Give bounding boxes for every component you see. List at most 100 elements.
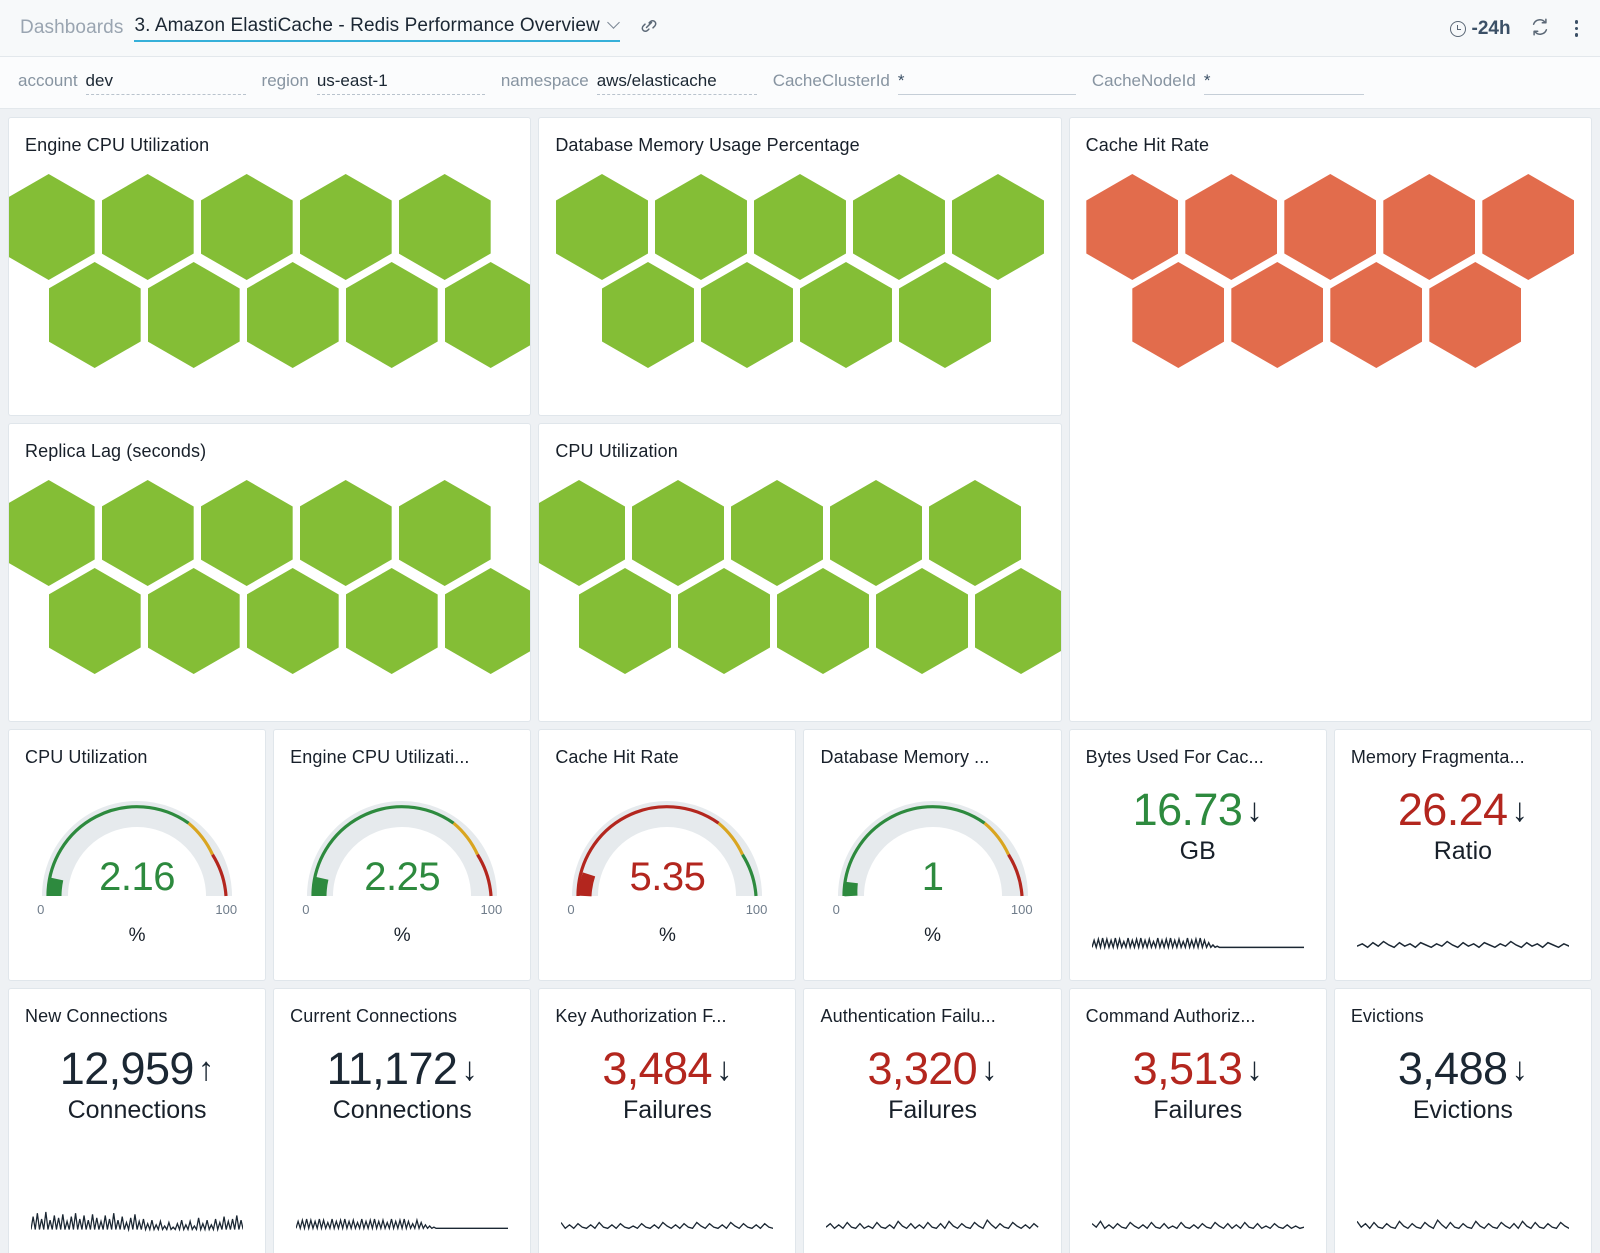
hex-cell[interactable] <box>800 262 892 368</box>
link-icon[interactable] <box>639 17 659 38</box>
honeycomb-chart <box>9 174 530 368</box>
hex-cell[interactable] <box>602 262 694 368</box>
gauge-ticks: 0 100 <box>37 902 237 917</box>
clock-icon <box>1450 21 1466 37</box>
arrow-down-icon: ↓ <box>716 1052 733 1085</box>
filter-namespace-value[interactable]: aws/elasticache <box>597 71 757 95</box>
gauge-max-label: 100 <box>481 902 503 917</box>
gauge-min-label: 0 <box>833 902 840 917</box>
panel-title: Database Memory Usage Percentage <box>539 118 1060 156</box>
honeycomb-chart <box>1070 174 1591 368</box>
gauge: 2.25 <box>302 792 502 904</box>
panel-title: Cache Hit Rate <box>539 730 795 768</box>
refresh-icon[interactable] <box>1529 16 1551 42</box>
sparkline-svg <box>561 1205 773 1233</box>
sparkline-svg <box>1092 924 1304 952</box>
sparkline-svg <box>1357 1205 1569 1233</box>
stat-block: 3,488 ↓ Evictions <box>1335 1045 1591 1125</box>
hex-cell[interactable] <box>247 262 339 368</box>
hex-cell[interactable] <box>1429 262 1521 368</box>
hex-cell[interactable] <box>678 568 770 674</box>
panel-database-memory-gauge[interactable]: Database Memory ... 1 0 100 % <box>804 730 1060 980</box>
panel-cache-hit-rate-gauge[interactable]: Cache Hit Rate 5.35 0 100 % <box>539 730 795 980</box>
honeycomb <box>9 480 530 674</box>
stat-block: 3,320 ↓ Failures <box>804 1045 1060 1125</box>
panel-command-authorization-failures[interactable]: Command Authoriz... 3,513 ↓ Failures <box>1070 989 1326 1253</box>
panel-memory-fragmentation-ratio[interactable]: Memory Fragmenta... 26.24 ↓ Ratio <box>1335 730 1591 980</box>
hex-cell[interactable] <box>49 262 141 368</box>
panel-cpu-utilization-hex[interactable]: CPU Utilization <box>539 424 1060 721</box>
gauge-unit: % <box>129 925 146 947</box>
stat-block: 3,484 ↓ Failures <box>539 1045 795 1125</box>
panel-cache-hit-rate-hex[interactable]: Cache Hit Rate <box>1070 118 1591 721</box>
panel-evictions[interactable]: Evictions 3,488 ↓ Evictions <box>1335 989 1591 1253</box>
hex-cell[interactable] <box>1132 262 1224 368</box>
hex-cell[interactable] <box>899 262 991 368</box>
gauge-min-label: 0 <box>302 902 309 917</box>
panel-new-connections[interactable]: New Connections 12,959 ↑ Connections <box>9 989 265 1253</box>
filter-region-value[interactable]: us-east-1 <box>317 71 485 95</box>
kebab-menu-icon[interactable] <box>1569 17 1584 39</box>
panel-cpu-utilization-gauge[interactable]: CPU Utilization 2.16 0 100 % <box>9 730 265 980</box>
filter-account[interactable]: account dev <box>18 71 246 95</box>
panel-replica-lag-hex[interactable]: Replica Lag (seconds) <box>9 424 530 721</box>
hex-cell[interactable] <box>148 262 240 368</box>
hex-cell[interactable] <box>247 568 339 674</box>
filter-cachecluster-id-value[interactable]: * <box>898 71 1076 95</box>
time-range-picker[interactable]: -24h <box>1450 18 1511 40</box>
gauge-chart: 2.16 0 100 % <box>9 792 265 947</box>
filter-region[interactable]: region us-east-1 <box>262 71 485 95</box>
panel-engine-cpu-utilization-hex[interactable]: Engine CPU Utilization <box>9 118 530 415</box>
panel-title: Replica Lag (seconds) <box>9 424 530 462</box>
gauge: 2.16 <box>37 792 237 904</box>
filter-cachecluster-id-label: CacheClusterId <box>773 71 890 91</box>
panel-database-memory-usage-percentage-hex[interactable]: Database Memory Usage Percentage <box>539 118 1060 415</box>
sparkline-svg <box>31 1205 243 1233</box>
hex-cell[interactable] <box>49 568 141 674</box>
filter-cachecluster-id[interactable]: CacheClusterId * <box>773 71 1076 95</box>
hex-cell[interactable] <box>346 262 438 368</box>
hex-cell[interactable] <box>701 262 793 368</box>
sparkline <box>1092 1205 1304 1233</box>
panel-current-connections[interactable]: Current Connections 11,172 ↓ Connections <box>274 989 530 1253</box>
panel-authentication-failures[interactable]: Authentication Failu... 3,320 ↓ Failures <box>804 989 1060 1253</box>
gauge-ticks: 0 100 <box>567 902 767 917</box>
panel-bytes-used-for-cache[interactable]: Bytes Used For Cac... 16.73 ↓ GB <box>1070 730 1326 980</box>
hex-cell[interactable] <box>1231 262 1323 368</box>
breadcrumb-dashboards[interactable]: Dashboards <box>20 17 123 39</box>
hex-cell[interactable] <box>148 568 240 674</box>
gauge-chart: 2.25 0 100 % <box>274 792 530 947</box>
hex-cell[interactable] <box>876 568 968 674</box>
hex-cell[interactable] <box>445 262 531 368</box>
stat-unit: Failures <box>1153 1096 1242 1125</box>
time-range-label: -24h <box>1472 18 1511 40</box>
panel-title: CPU Utilization <box>9 730 265 768</box>
panel-title: Authentication Failu... <box>804 989 1060 1027</box>
sparkline <box>31 1205 243 1233</box>
filter-account-value[interactable]: dev <box>86 71 246 95</box>
arrow-down-icon: ↓ <box>461 1052 478 1085</box>
panel-engine-cpu-utilization-gauge[interactable]: Engine CPU Utilizati... 2.25 0 100 % <box>274 730 530 980</box>
page-title: 3. Amazon ElastiCache - Redis Performanc… <box>134 15 599 37</box>
hex-cell[interactable] <box>777 568 869 674</box>
filter-cachenode-id-value[interactable]: * <box>1204 71 1364 95</box>
filter-cachenode-id[interactable]: CacheNodeId * <box>1092 71 1364 95</box>
gauge-value: 5.35 <box>567 855 767 900</box>
chevron-down-icon[interactable] <box>609 18 620 29</box>
panel-title: Key Authorization F... <box>539 989 795 1027</box>
hex-cell[interactable] <box>579 568 671 674</box>
hex-cell[interactable] <box>445 568 531 674</box>
filter-region-label: region <box>262 71 309 91</box>
gauge-min-label: 0 <box>567 902 574 917</box>
stat-unit: Ratio <box>1434 837 1492 866</box>
dashboard-title-selector[interactable]: 3. Amazon ElastiCache - Redis Performanc… <box>134 15 619 42</box>
hex-row-bottom <box>49 262 531 368</box>
panel-key-authorization-failures[interactable]: Key Authorization F... 3,484 ↓ Failures <box>539 989 795 1253</box>
hex-cell[interactable] <box>975 568 1061 674</box>
gauge-value: 2.16 <box>37 855 237 900</box>
filter-namespace[interactable]: namespace aws/elasticache <box>501 71 757 95</box>
hex-cell[interactable] <box>1330 262 1422 368</box>
hex-row-top <box>1086 174 1574 280</box>
hex-cell[interactable] <box>346 568 438 674</box>
stat-value-line: 11,172 ↓ <box>327 1045 478 1092</box>
